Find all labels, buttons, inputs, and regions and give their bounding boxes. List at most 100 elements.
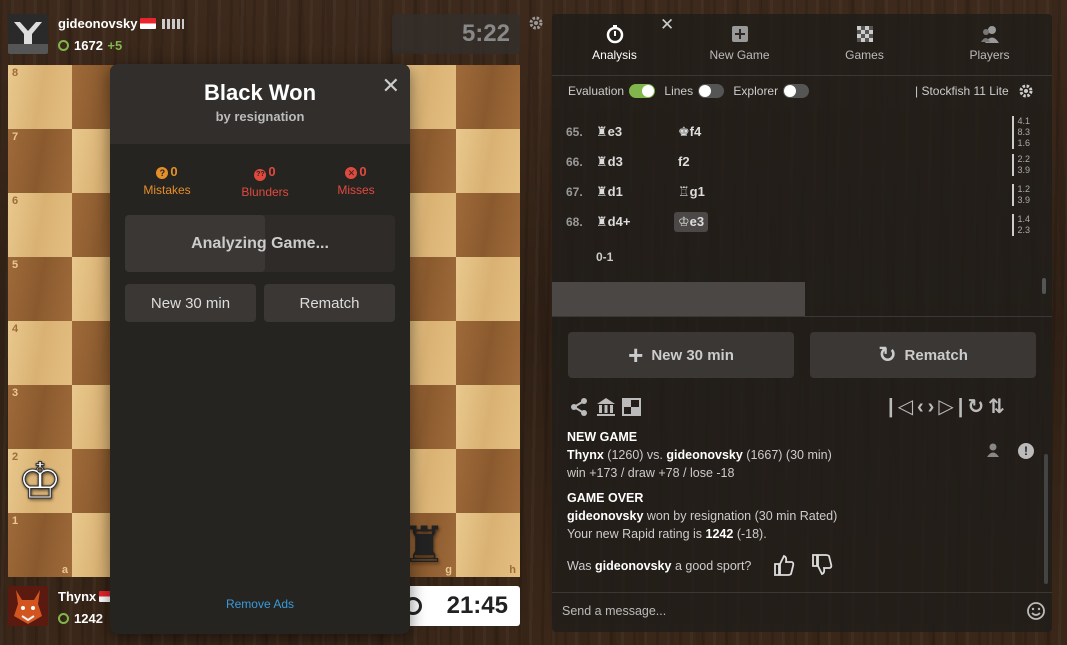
tab-analysis-label: Analysis	[592, 48, 637, 62]
board-square-h3[interactable]	[456, 385, 520, 449]
eval-value: 8.3	[1017, 127, 1030, 137]
misses-count: 0	[359, 164, 367, 179]
engine-gear-icon[interactable]	[1018, 83, 1034, 99]
evaluation-toggle[interactable]	[629, 84, 656, 98]
move-number: 65.	[566, 125, 583, 139]
thumbs-down-icon[interactable]	[810, 552, 834, 576]
people-icon	[980, 26, 999, 43]
chat-input[interactable]	[558, 598, 998, 624]
bottom-player-name[interactable]: Thynx	[58, 589, 96, 604]
black-move-selected[interactable]: ♔e3	[674, 212, 709, 232]
black-player-link[interactable]: gideonovsky	[666, 448, 742, 462]
blunder-icon: ??	[254, 169, 267, 181]
refresh-icon[interactable]: ↻	[967, 396, 988, 418]
panel-new-game-label: New 30 min	[651, 346, 734, 364]
board-square-h1[interactable]: h	[456, 513, 520, 577]
board-square-a7[interactable]: 7	[8, 129, 72, 193]
new-rating: 1242	[705, 527, 734, 541]
board-square-h6[interactable]	[456, 193, 520, 257]
board-square-h5[interactable]	[456, 257, 520, 321]
black-move-san: e3	[689, 214, 705, 229]
white-move[interactable]: ♜d3	[596, 154, 623, 170]
board-square-a8[interactable]: 8	[8, 65, 72, 129]
remove-ads-link[interactable]: Remove Ads	[110, 597, 410, 611]
white-rating: (1260)	[607, 448, 644, 462]
board-image-icon[interactable]	[622, 398, 641, 416]
close-analysis-icon[interactable]: ✕	[660, 15, 674, 35]
explorer-toggle[interactable]	[783, 84, 810, 98]
board-square-a3[interactable]: 3	[8, 385, 72, 449]
library-add-icon[interactable]	[596, 397, 618, 417]
tab-analysis[interactable]: Analysis	[552, 14, 677, 76]
last-move-icon[interactable]: ▷|	[938, 396, 967, 418]
board-square-h2[interactable]	[456, 449, 520, 513]
modal-new-game-button[interactable]: New 30 min	[125, 284, 256, 322]
report-icon[interactable]: !	[1018, 443, 1034, 459]
game-over-message: gideonovsky won by resignation (30 min R…	[567, 507, 987, 525]
mistake-icon: ?	[156, 167, 169, 179]
modal-rematch-button[interactable]: Rematch	[264, 284, 395, 322]
analyzing-button[interactable]: Analyzing Game...	[125, 215, 395, 272]
mistakes-count: 0	[170, 164, 178, 179]
game-over-heading: GAME OVER	[567, 491, 644, 505]
black-move[interactable]: ♚f4	[674, 122, 705, 142]
thumbs-up-icon[interactable]	[772, 554, 796, 578]
board-square-a6[interactable]: 6	[8, 193, 72, 257]
share-icon[interactable]	[570, 398, 588, 416]
board-square-a5[interactable]: 5	[8, 257, 72, 321]
prev-move-icon[interactable]: ‹	[917, 396, 928, 418]
rank-label: 1	[12, 515, 19, 527]
top-player-avatar[interactable]	[8, 14, 48, 54]
panel-new-game-button[interactable]: + New 30 min	[568, 332, 794, 378]
move-evals: 1.2 3.9	[1012, 184, 1030, 206]
first-move-icon[interactable]: |◁	[888, 396, 917, 418]
black-move[interactable]: f2	[674, 152, 694, 171]
question-name[interactable]: gideonovsky	[595, 559, 671, 573]
black-move[interactable]: ♖g1	[674, 182, 709, 202]
miss-icon: ✕	[345, 167, 358, 179]
rapid-icon	[58, 613, 69, 624]
white-player-link[interactable]: Thynx	[567, 448, 604, 462]
white-move[interactable]: ♜e3	[596, 124, 622, 140]
flip-board-icon[interactable]: ⇅	[988, 396, 1009, 418]
tab-games[interactable]: Games	[802, 14, 927, 76]
white-move-san: d4+	[607, 214, 631, 229]
blunders-label: Blunders	[241, 185, 289, 199]
rating-change: +5	[107, 38, 123, 53]
engine-label: Stockfish 11 Lite	[921, 84, 1009, 98]
chat-log: NEW GAME Thynx (1260) vs. gideonovsky (1…	[567, 428, 987, 575]
tab-players[interactable]: Players	[927, 14, 1052, 76]
rook-icon: ♜	[596, 214, 608, 229]
emoji-icon[interactable]	[1026, 601, 1046, 621]
plus-icon: +	[628, 340, 644, 370]
rook-icon: ♜	[596, 124, 608, 139]
lines-toggle[interactable]	[698, 84, 725, 98]
close-icon[interactable]: ✕	[382, 73, 400, 99]
tab-new-game[interactable]: New Game	[677, 14, 802, 76]
king-icon: ♔	[678, 214, 690, 229]
settings-gear-icon[interactable]	[528, 15, 544, 31]
rematch-icon: ↻	[878, 342, 897, 367]
board-square-a2[interactable]: 2 ♔	[8, 449, 72, 513]
bottom-player-avatar[interactable]	[8, 586, 48, 626]
next-move-icon[interactable]: ›	[928, 396, 939, 418]
board-square-h7[interactable]	[456, 129, 520, 193]
evaluation-label: Evaluation	[568, 84, 625, 98]
chat-scrollbar[interactable]	[1044, 454, 1048, 584]
white-move[interactable]: ♜d1	[596, 184, 623, 200]
board-square-a1[interactable]: 1a	[8, 513, 72, 577]
board-square-a4[interactable]: 4	[8, 321, 72, 385]
winner-link[interactable]: gideonovsky	[567, 509, 643, 523]
move-number: 68.	[566, 215, 583, 229]
user-settings-icon[interactable]	[986, 442, 1002, 458]
panel-rematch-button[interactable]: ↻ Rematch	[810, 332, 1036, 378]
board-square-h4[interactable]	[456, 321, 520, 385]
question-suffix: a good sport?	[674, 559, 752, 573]
white-move[interactable]: ♜d4+	[596, 214, 630, 230]
engine-selector[interactable]: | Stockfish 11 Lite	[915, 84, 1009, 98]
top-player-name[interactable]: gideonovsky	[58, 16, 137, 31]
move-list-scrollbar[interactable]	[1042, 278, 1046, 294]
board-square-h8[interactable]	[456, 65, 520, 129]
white-king-piece[interactable]: ♔	[8, 449, 72, 513]
black-move-san: g1	[689, 184, 705, 199]
